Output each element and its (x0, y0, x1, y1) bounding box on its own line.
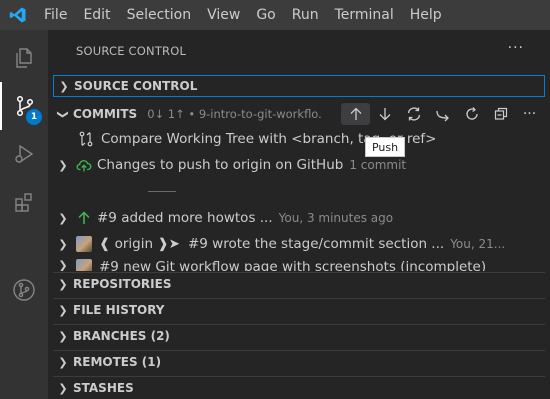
explorer-icon[interactable] (0, 34, 48, 82)
commit-row[interactable]: ❯ #9 added more howtos ... You, 3 minute… (53, 207, 545, 229)
section-label: REPOSITORIES (73, 277, 172, 291)
more-actions-button[interactable]: ··· (508, 40, 524, 56)
compare-working-tree-item[interactable]: Compare Working Tree with <branch, tag, … (75, 128, 550, 150)
push-tooltip: Push (365, 137, 405, 157)
source-control-icon[interactable]: 1 (0, 82, 48, 130)
section-stashes[interactable]: ❯ STASHES (53, 376, 545, 399)
commit-message: #9 new Git workflow page with screenshot… (99, 259, 487, 271)
commit-row[interactable]: ❯ #9 new Git workflow page with screensh… (53, 259, 545, 271)
cloud-upload-icon (73, 157, 95, 173)
menu-selection[interactable]: Selection (119, 0, 200, 30)
commit-meta: You, 21... (450, 237, 506, 251)
section-remotes[interactable]: ❯ REMOTES (1) (53, 350, 545, 373)
section-label: COMMITS (73, 107, 138, 121)
section-branches[interactable]: ❯ BRANCHES (2) (53, 324, 545, 347)
section-source-control[interactable]: ❯ SOURCE CONTROL (53, 75, 545, 97)
extensions-icon[interactable] (0, 178, 48, 226)
commit-row[interactable]: ❯ ❰ origin ❱➤ #9 wrote the stage/commit … (53, 233, 545, 255)
commit-message: #9 added more howtos ... (97, 210, 273, 226)
chevron-down-icon: ❯ (56, 109, 70, 119)
section-label: SOURCE CONTROL (74, 79, 198, 93)
avatar-slot (73, 236, 95, 252)
changes-count: 1 commit (349, 158, 407, 172)
menu-run[interactable]: Run (284, 0, 327, 30)
section-label: REMOTES (1) (73, 355, 162, 369)
avatar-slot (73, 259, 95, 271)
chevron-right-icon: ❯ (58, 355, 68, 369)
collapse-all-icon[interactable] (486, 103, 515, 125)
origin-tag: ❰ origin ❱➤ (99, 236, 180, 252)
avatar (76, 259, 92, 271)
changes-label: Changes to push to origin on GitHub (97, 157, 344, 173)
vscode-logo[interactable] (0, 0, 36, 30)
avatar (76, 236, 92, 252)
activity-bar: 1 (0, 30, 48, 399)
chevron-right-icon: ❯ (58, 277, 68, 291)
chevron-right-icon: ❯ (58, 329, 68, 343)
commits-branch-status: 0↓ 1↑ • 9-intro-to-git-workflo... (147, 107, 324, 121)
chevron-right-icon: ❯ (58, 381, 68, 395)
changes-to-push-item[interactable]: ❯ Changes to push to origin on GitHub 1 … (53, 154, 545, 176)
sidebar-header: SOURCE CONTROL ··· (48, 30, 550, 72)
menu-edit[interactable]: Edit (75, 0, 118, 30)
commit-message: #9 wrote the stage/commit section ... (187, 236, 445, 252)
chevron-right-icon: ❯ (58, 259, 68, 271)
chevron-right-icon: ❯ (58, 158, 68, 172)
menu-bar: File Edit Selection View Go Run Terminal… (0, 0, 550, 30)
push-icon[interactable] (341, 103, 370, 125)
more-icon[interactable]: ··· (515, 103, 544, 125)
section-label: FILE HISTORY (73, 303, 165, 317)
menu-help[interactable]: Help (402, 0, 450, 30)
section-label: BRANCHES (2) (73, 329, 170, 343)
commits-toolbar: ··· (341, 103, 544, 125)
menu-terminal[interactable]: Terminal (327, 0, 402, 30)
chevron-right-icon: ❯ (59, 79, 69, 93)
side-bar: SOURCE CONTROL ··· ❯ SOURCE CONTROL ❯ CO… (48, 30, 550, 399)
pull-icon[interactable] (370, 103, 399, 125)
switch-branch-icon[interactable] (428, 103, 457, 125)
section-commits[interactable]: ❯ COMMITS 0↓ 1↑ • 9-intro-to-git-workflo… (53, 103, 545, 125)
chevron-right-icon: ❯ (58, 303, 68, 317)
sidebar-title: SOURCE CONTROL (76, 44, 187, 58)
commit-meta: You, 3 minutes ago (278, 211, 394, 225)
refresh-icon[interactable] (457, 103, 486, 125)
chevron-right-icon: ❯ (58, 211, 68, 225)
chevron-right-icon: ❯ (58, 237, 68, 251)
section-label: STASHES (73, 381, 134, 395)
section-repositories[interactable]: ❯ REPOSITORIES (53, 272, 545, 295)
run-debug-icon[interactable] (0, 130, 48, 178)
menu-go[interactable]: Go (248, 0, 283, 30)
compare-icon (75, 131, 97, 147)
arrow-up-icon (73, 211, 95, 225)
scm-badge: 1 (26, 109, 42, 125)
sync-icon[interactable] (399, 103, 428, 125)
divider (148, 191, 176, 192)
menu-file[interactable]: File (36, 0, 75, 30)
gitlens-icon[interactable] (0, 266, 48, 314)
menu-view[interactable]: View (199, 0, 248, 30)
section-file-history[interactable]: ❯ FILE HISTORY (53, 298, 545, 321)
